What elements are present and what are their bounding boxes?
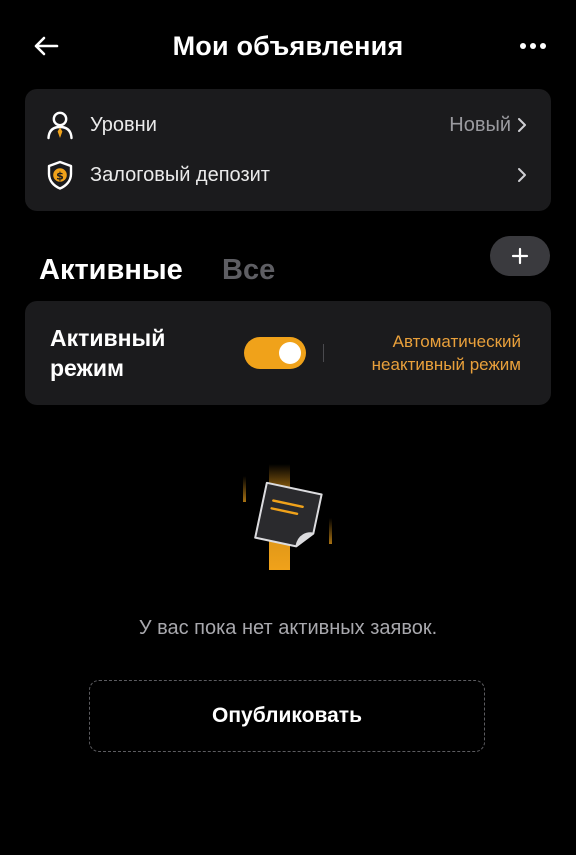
page-title: Мои объявления bbox=[172, 31, 404, 61]
empty-state-message: У вас пока нет активных заявок. bbox=[138, 617, 438, 639]
shield-dollar-icon: $ bbox=[47, 160, 73, 190]
settings-card: Уровни Новый $ Залоговый депозит bbox=[25, 89, 551, 211]
deposit-row[interactable]: $ Залоговый депозит bbox=[25, 150, 551, 200]
active-mode-toggle[interactable] bbox=[244, 337, 306, 369]
levels-label: Уровни bbox=[90, 114, 157, 136]
active-mode-label: Активный режим bbox=[50, 325, 166, 381]
add-ad-button[interactable] bbox=[490, 236, 550, 276]
user-badge-icon bbox=[47, 111, 73, 140]
plus-icon bbox=[511, 247, 529, 265]
more-horizontal-icon bbox=[520, 43, 546, 49]
tab-active[interactable]: Активные bbox=[39, 248, 183, 292]
more-button[interactable] bbox=[516, 30, 550, 62]
levels-value: Новый bbox=[449, 114, 511, 136]
publish-button[interactable]: Опубликовать bbox=[89, 680, 485, 752]
mode-card: Активный режим Автоматический неактивный… bbox=[25, 301, 551, 405]
auto-inactive-mode-link[interactable]: Автоматический неактивный режим bbox=[321, 330, 521, 376]
sticky-note-icon bbox=[243, 464, 332, 570]
header: Мои объявления bbox=[0, 0, 576, 92]
tab-all[interactable]: Все bbox=[222, 248, 275, 292]
toggle-knob bbox=[279, 342, 301, 364]
deposit-label: Залоговый депозит bbox=[90, 164, 270, 186]
levels-row[interactable]: Уровни Новый bbox=[25, 100, 551, 150]
svg-text:$: $ bbox=[56, 170, 64, 183]
chevron-right-icon bbox=[518, 118, 526, 132]
chevron-right-icon bbox=[518, 168, 526, 182]
